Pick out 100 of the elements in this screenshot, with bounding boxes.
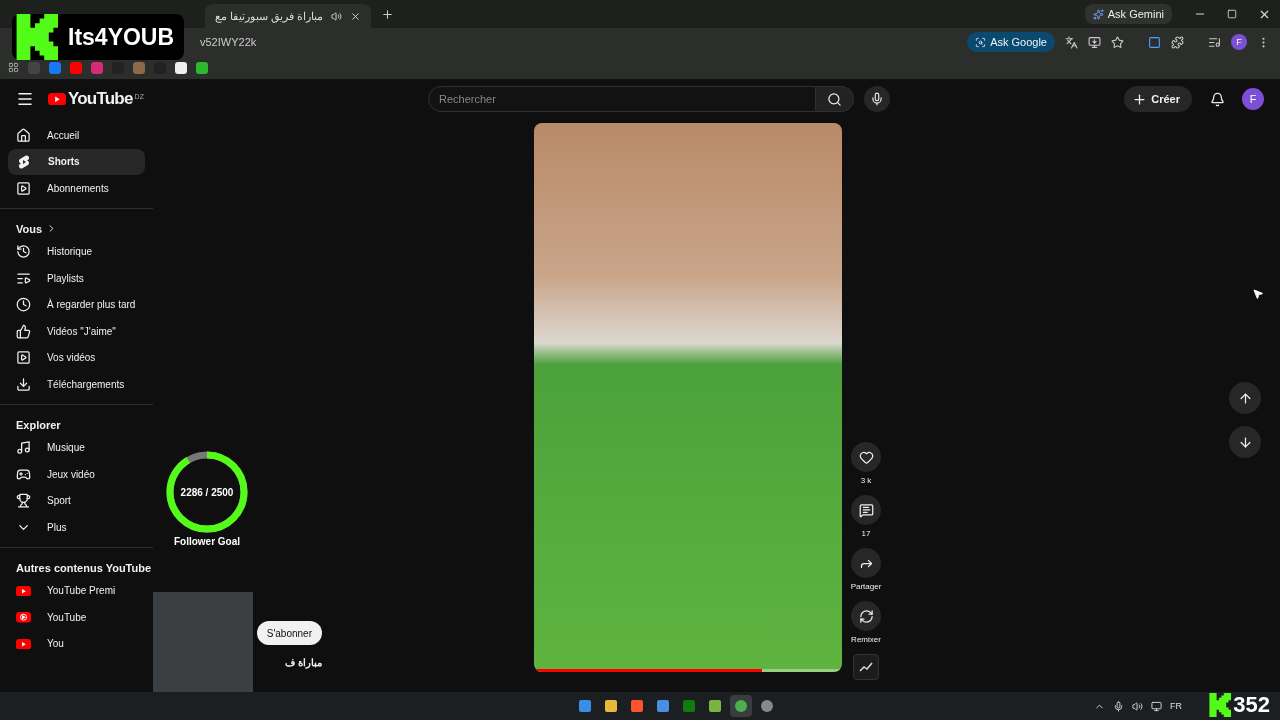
progress-bar[interactable]: [534, 669, 842, 672]
play-logo-icon: [16, 638, 31, 649]
media-icon[interactable]: [1208, 35, 1221, 49]
profile-avatar[interactable]: F: [1231, 34, 1247, 50]
search-icon: [827, 91, 842, 107]
sidebar-item[interactable]: Jeux vidéo: [8, 461, 145, 488]
sidebar-item[interactable]: Abonnements: [8, 175, 145, 202]
ask-google-button[interactable]: Ask Google: [967, 32, 1055, 52]
section-title: Explorer: [15, 417, 62, 433]
new-tab-icon[interactable]: [381, 7, 395, 21]
restore-icon: [1227, 9, 1237, 19]
playlist-icon: [16, 270, 31, 286]
app-icon: [708, 699, 722, 713]
cursor-icon: [1252, 288, 1264, 300]
subscribe-button[interactable]: S'abonner: [256, 621, 322, 645]
apps-icon[interactable]: [8, 62, 19, 73]
bookmark-star-icon[interactable]: [1111, 35, 1124, 49]
previous-button[interactable]: [1229, 382, 1261, 414]
subscriptions-icon: [16, 180, 31, 196]
action-label: 3 k: [860, 476, 872, 485]
sidebar-item[interactable]: Vos vidéos: [8, 344, 145, 371]
action-label: Remixer: [851, 635, 881, 644]
sidebar-item[interactable]: Playlists: [8, 265, 145, 292]
account-avatar[interactable]: F: [1242, 88, 1264, 110]
channel-thumbnail[interactable]: [853, 654, 879, 680]
trophy-icon: [16, 493, 31, 509]
speaker-icon: [331, 10, 343, 22]
menu-icon[interactable]: [16, 90, 34, 108]
search-button[interactable]: [816, 86, 854, 112]
sidebar-item[interactable]: À regarder plus tard: [8, 291, 145, 318]
home-icon: [16, 127, 31, 143]
app-icon: [604, 699, 618, 713]
arrow-down-icon: [1237, 434, 1253, 450]
app-icon: [630, 699, 644, 713]
sidebar-item[interactable]: YouTube: [8, 604, 145, 631]
sidebar-item[interactable]: YouTube Premi: [8, 577, 145, 604]
goal-label: Follower Goal: [173, 536, 241, 547]
bookmark-icon[interactable]: [196, 61, 208, 74]
download-icon: [16, 376, 31, 392]
goal-count: 2286 / 2500: [180, 486, 234, 498]
sparkle-icon: [1092, 8, 1104, 20]
display-icon[interactable]: [1151, 700, 1162, 712]
play-logo-icon: [16, 585, 31, 596]
next-button[interactable]: [1229, 426, 1261, 458]
sidebar-item[interactable]: Historique: [8, 238, 145, 265]
sidebar-item[interactable]: Musique: [8, 434, 145, 461]
heart-button[interactable]: [851, 442, 881, 472]
play-square-icon: [16, 350, 31, 366]
play-logo-icon: [48, 92, 66, 106]
k-logo-icon: [1207, 693, 1232, 717]
volume-icon[interactable]: [1132, 700, 1143, 712]
microphone-button[interactable]: [864, 86, 890, 112]
search-field[interactable]: Rechercher: [428, 86, 816, 112]
short-title: مباراة ف: [285, 657, 322, 668]
remix-button[interactable]: [851, 601, 881, 631]
heart-icon: [858, 449, 874, 465]
translate-icon[interactable]: [1065, 35, 1078, 49]
remix-icon: [858, 608, 874, 624]
microphone-icon: [870, 92, 884, 106]
app-icon: [578, 699, 592, 713]
browser-tab[interactable]: مباراة فريق سبورتيفا مع: [205, 4, 372, 28]
comment-icon: [858, 502, 874, 518]
share-button[interactable]: [851, 548, 881, 578]
viewer-count: 352: [1233, 692, 1270, 718]
close-tab-icon[interactable]: [350, 10, 362, 22]
install-icon[interactable]: [1088, 35, 1101, 49]
tab-title: مباراة فريق سبورتيفا مع: [215, 9, 324, 23]
app-icon: [734, 699, 748, 713]
language-indicator[interactable]: FR: [1170, 701, 1182, 711]
ask-gemini-button[interactable]: Ask Gemini: [1084, 4, 1172, 24]
taskbar-app[interactable]: [730, 695, 752, 717]
streamer-badge: Its4YOUB: [12, 14, 185, 60]
sidebar-item[interactable]: Shorts: [8, 148, 145, 175]
action-label: 17: [861, 529, 871, 538]
address-field[interactable]: v52IWY22k: [200, 36, 958, 48]
music-app-icon: [16, 612, 31, 623]
create-button[interactable]: Créer: [1124, 86, 1192, 112]
microphone-icon[interactable]: [1113, 700, 1124, 712]
extension-icon[interactable]: [1148, 35, 1161, 49]
lens-icon: [975, 36, 987, 48]
section-title: Autres contenus YouTube: [15, 560, 153, 576]
sidebar-item[interactable]: Téléchargements: [8, 371, 145, 398]
section-title[interactable]: Vous: [8, 216, 66, 239]
comment-button[interactable]: [851, 495, 881, 525]
bookmark-icon[interactable]: [175, 61, 187, 74]
history-icon: [16, 244, 31, 260]
thumbs-up-icon: [16, 323, 31, 339]
music-note-icon: [16, 440, 31, 456]
extensions-icon[interactable]: [1171, 35, 1184, 49]
app-icon: [760, 699, 774, 713]
sidebar-item[interactable]: Plus: [8, 514, 145, 541]
sidebar-item[interactable]: You: [8, 630, 145, 657]
sidebar-item[interactable]: Vidéos "J'aime": [8, 318, 145, 345]
clock-icon: [16, 297, 31, 313]
bell-icon: [1209, 91, 1225, 107]
sidebar-item[interactable]: Accueil: [8, 122, 145, 149]
app-icon: [656, 699, 670, 713]
shorts-icon: [16, 153, 32, 170]
sidebar-item[interactable]: Sport: [8, 487, 145, 514]
app-icon: [682, 699, 696, 713]
